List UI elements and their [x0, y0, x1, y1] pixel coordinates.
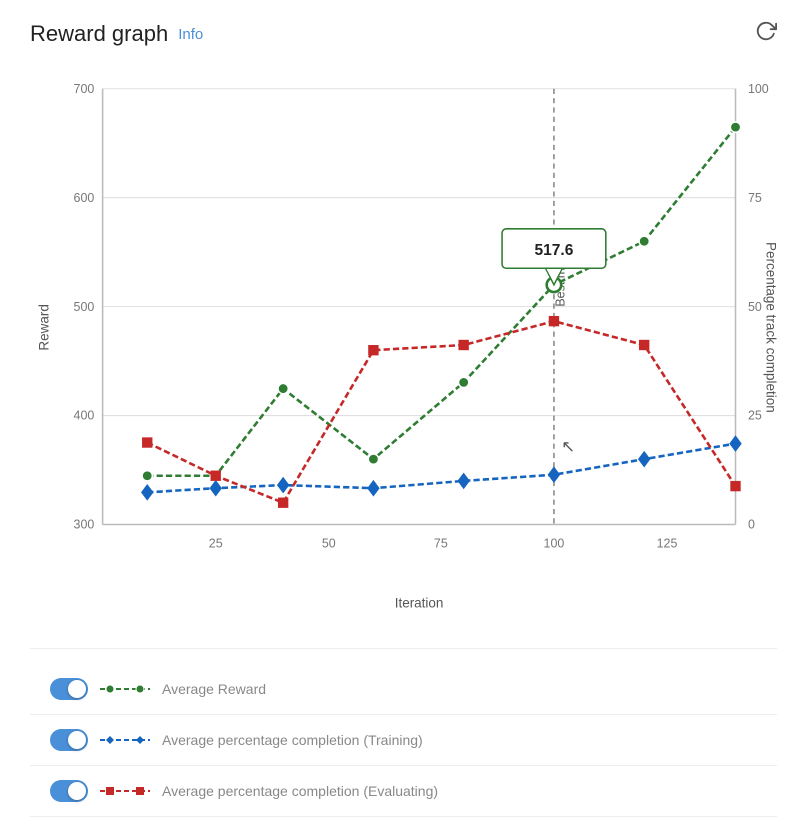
- reward-chart: Reward Percentage track completion Itera…: [30, 68, 777, 618]
- y-left-label: Reward: [37, 304, 52, 350]
- toggle-avg-pct-evaluating[interactable]: [50, 780, 88, 802]
- avg-pct-eval-dot: [278, 498, 288, 508]
- avg-pct-training-dot: [141, 484, 153, 501]
- toggle-avg-reward[interactable]: [50, 678, 88, 700]
- x-label: Iteration: [395, 596, 444, 611]
- legend-label-avg-pct-evaluating: Average percentage completion (Evaluatin…: [162, 783, 438, 799]
- legend-line-avg-pct-training: [100, 733, 150, 747]
- avg-pct-training-dot: [457, 473, 469, 490]
- avg-reward-dot: [368, 454, 378, 464]
- avg-pct-training-dot: [638, 451, 650, 468]
- y-right-tick-100: 100: [748, 82, 769, 96]
- avg-pct-training-dot: [367, 480, 379, 497]
- avg-pct-eval-dot: [211, 471, 221, 481]
- page-header: Reward graph Info: [30, 20, 777, 48]
- x-tick-125: 125: [657, 536, 678, 550]
- tooltip-value: 517.6: [534, 242, 573, 259]
- y-tick-600: 600: [74, 191, 95, 205]
- avg-pct-training-dot: [277, 477, 289, 494]
- avg-pct-eval-dot: [368, 345, 378, 355]
- avg-pct-training-dot: [548, 466, 560, 483]
- refresh-button[interactable]: [755, 20, 777, 48]
- y-right-tick-75: 75: [748, 191, 762, 205]
- avg-reward-dot: [142, 471, 152, 481]
- y-right-tick-0: 0: [748, 518, 755, 532]
- avg-reward-dot: [278, 383, 288, 393]
- cursor-icon: ↖: [561, 437, 575, 456]
- toggle-avg-pct-training[interactable]: [50, 729, 88, 751]
- avg-reward-dot: [458, 377, 468, 387]
- avg-pct-eval-dot: [730, 481, 740, 491]
- legend-section: Average Reward Average percentage comple…: [30, 648, 777, 817]
- avg-reward-line: [147, 127, 735, 476]
- avg-pct-eval-dot: [142, 437, 152, 447]
- chart-container: Reward Percentage track completion Itera…: [30, 68, 777, 618]
- avg-reward-dot: [639, 236, 649, 246]
- y-right-label: Percentage track completion: [764, 242, 777, 413]
- tooltip: 517.6: [502, 229, 606, 285]
- x-tick-75: 75: [434, 536, 448, 550]
- legend-item-avg-reward: Average Reward: [30, 664, 777, 715]
- legend-line-icon-evaluating: [100, 784, 150, 798]
- info-button[interactable]: Info: [178, 26, 203, 43]
- x-tick-25: 25: [209, 536, 223, 550]
- legend-item-avg-pct-training: Average percentage completion (Training): [30, 715, 777, 766]
- avg-pct-eval-dot: [458, 340, 468, 350]
- y-tick-500: 500: [74, 300, 95, 314]
- y-right-tick-25: 25: [748, 409, 762, 423]
- y-right-tick-50: 50: [748, 300, 762, 314]
- x-tick-100: 100: [544, 536, 565, 550]
- y-tick-700: 700: [74, 82, 95, 96]
- legend-item-avg-pct-evaluating: Average percentage completion (Evaluatin…: [30, 766, 777, 817]
- avg-pct-training-dot: [209, 480, 221, 497]
- legend-line-avg-pct-evaluating: [100, 784, 150, 798]
- legend-label-avg-reward: Average Reward: [162, 681, 266, 697]
- y-tick-400: 400: [74, 409, 95, 423]
- legend-line-avg-reward: [100, 682, 150, 696]
- avg-reward-dot: [730, 122, 740, 132]
- avg-pct-eval-dot: [639, 340, 649, 350]
- legend-line-icon-training: [100, 733, 150, 747]
- page-title: Reward graph: [30, 21, 168, 47]
- legend-label-avg-pct-training: Average percentage completion (Training): [162, 732, 423, 748]
- legend-line-icon-avg-reward: [100, 682, 150, 696]
- x-tick-50: 50: [322, 536, 336, 550]
- avg-pct-eval-dot: [549, 316, 559, 326]
- avg-pct-training-dot: [729, 435, 741, 452]
- y-tick-300: 300: [74, 518, 95, 532]
